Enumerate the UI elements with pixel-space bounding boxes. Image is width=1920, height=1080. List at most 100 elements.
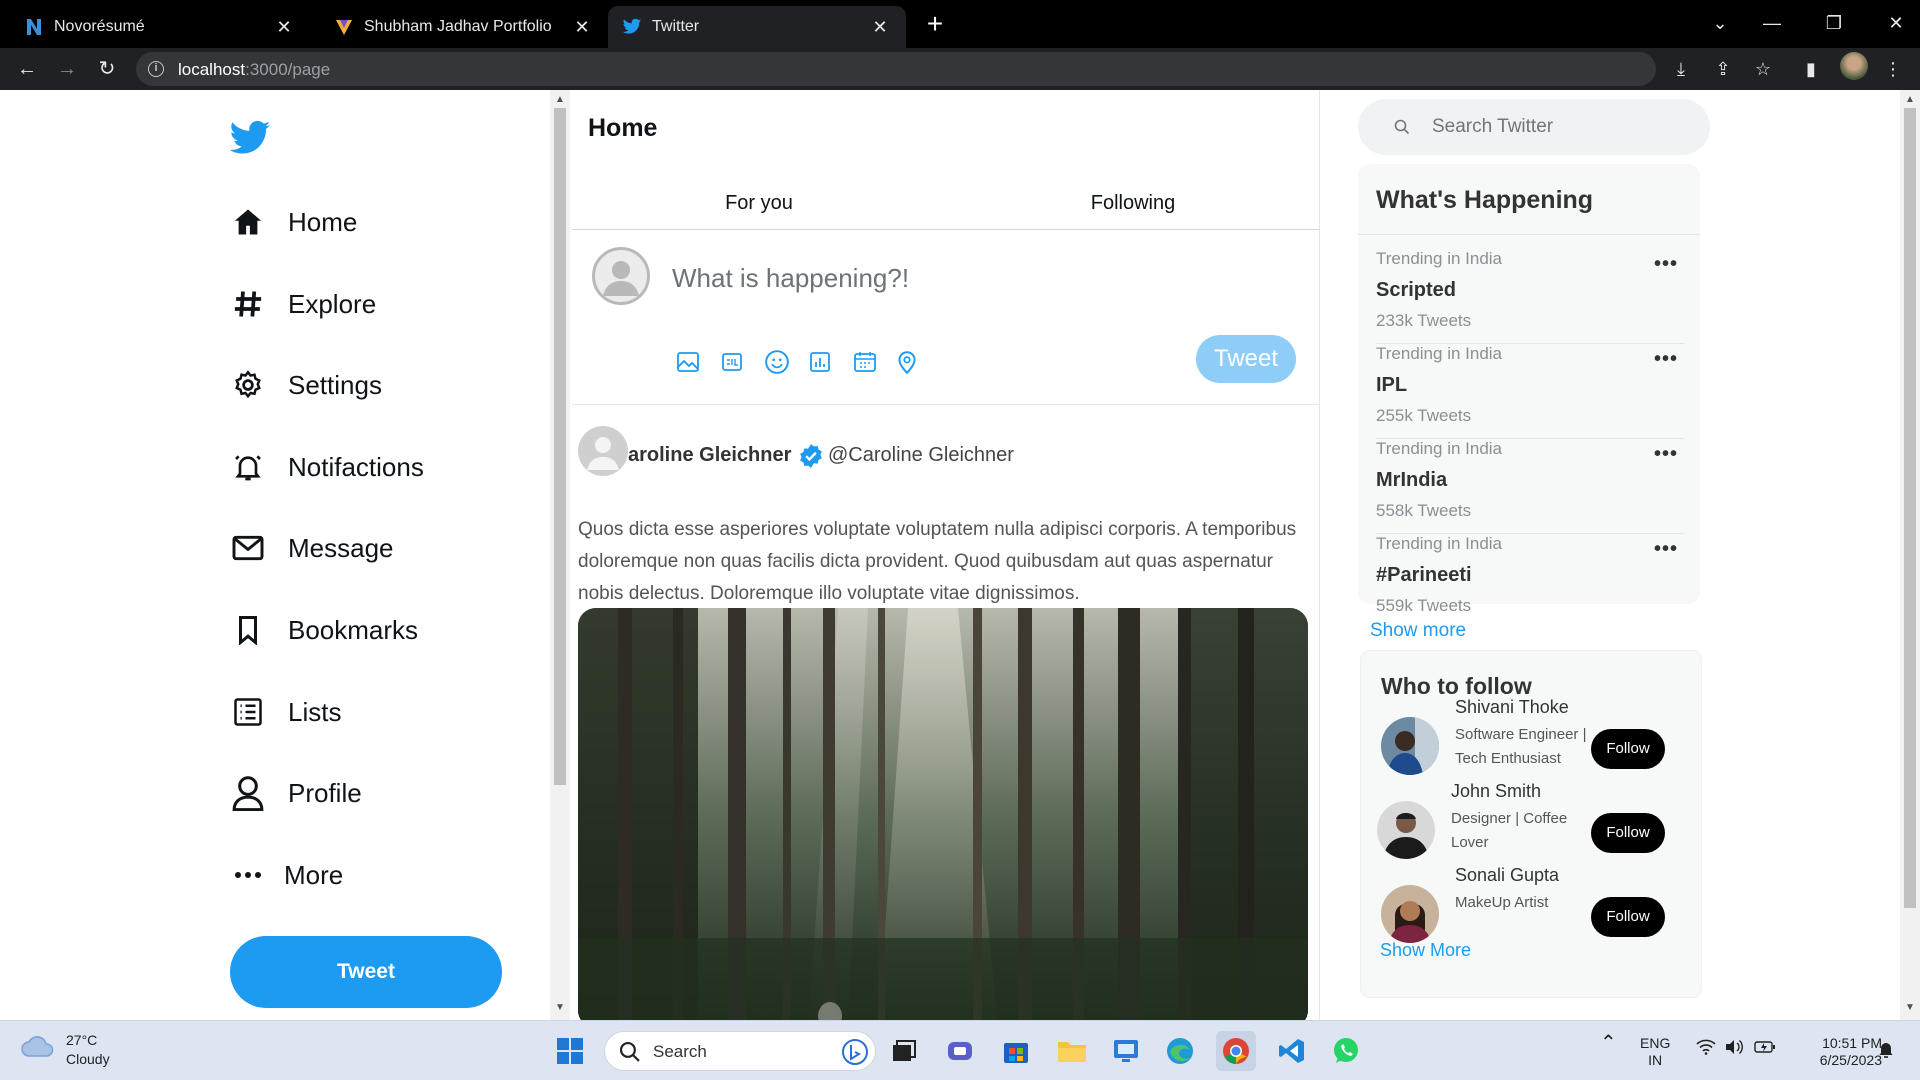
avatar[interactable] xyxy=(1381,885,1439,943)
sidebar-item-lists[interactable]: Lists xyxy=(230,687,341,737)
avatar[interactable] xyxy=(1377,801,1435,859)
search-input[interactable]: Search Twitter xyxy=(1358,99,1710,155)
follow-button[interactable]: Follow xyxy=(1591,897,1665,937)
sidebar-item-settings[interactable]: Settings xyxy=(230,360,382,410)
composer-input[interactable]: What is happening?! xyxy=(672,263,909,294)
language-indicator[interactable]: ENG IN xyxy=(1640,1035,1670,1069)
browser-tab-twitter[interactable]: Twitter ✕ xyxy=(608,6,906,48)
sidebar-item-bookmarks[interactable]: Bookmarks xyxy=(230,605,418,655)
browser-tab-novoresume[interactable]: Novorésumé ✕ xyxy=(0,6,310,48)
trend-name: Scripted xyxy=(1376,279,1457,301)
schedule-icon[interactable] xyxy=(852,349,896,375)
trend-item[interactable]: Trending in India ••• #Parineeti 559k Tw… xyxy=(1376,534,1684,629)
tray-overflow-icon[interactable]: ⌃ xyxy=(1600,1033,1617,1053)
sidebar-item-notifications[interactable]: Notifactions xyxy=(230,442,424,492)
browser-tab-portfolio[interactable]: Shubham Jadhav Portfolio ✕ xyxy=(310,6,608,48)
browser-menu-icon[interactable]: ⋮ xyxy=(1878,54,1908,84)
minimize-icon[interactable]: — xyxy=(1752,8,1792,38)
post-author-handle[interactable]: @Caroline Gleichner xyxy=(828,444,1014,467)
more-options-icon[interactable]: ••• xyxy=(1654,538,1678,561)
weather-widget[interactable]: 27°C Cloudy xyxy=(20,1031,110,1069)
chrome-icon[interactable] xyxy=(1216,1031,1256,1071)
more-options-icon[interactable]: ••• xyxy=(1654,253,1678,276)
battery-icon[interactable] xyxy=(1754,1039,1776,1059)
scrollbar-thumb[interactable] xyxy=(1904,108,1916,908)
close-tab-icon[interactable]: ✕ xyxy=(870,17,890,37)
site-info-icon[interactable]: i xyxy=(148,61,164,77)
scroll-down-icon[interactable]: ▼ xyxy=(1904,1002,1916,1014)
tab-for-you[interactable]: For you xyxy=(572,192,946,215)
language-code: ENG xyxy=(1640,1035,1671,1051)
poll-icon[interactable] xyxy=(808,349,852,375)
follow-name[interactable]: John Smith xyxy=(1451,781,1541,802)
emoji-icon[interactable] xyxy=(764,349,808,375)
sidebar-scrollbar[interactable]: ▲ ▼ xyxy=(550,90,570,1020)
browser-profile-avatar[interactable] xyxy=(1840,52,1868,80)
scroll-up-icon[interactable]: ▲ xyxy=(554,94,566,106)
bing-icon[interactable] xyxy=(841,1038,869,1071)
volume-icon[interactable] xyxy=(1724,1039,1744,1059)
twitter-logo-icon[interactable] xyxy=(228,120,272,160)
side-panel-icon[interactable]: ▮ xyxy=(1796,54,1826,84)
file-explorer-icon[interactable] xyxy=(1052,1031,1092,1071)
share-icon[interactable]: ⇪ xyxy=(1708,54,1738,84)
wifi-icon[interactable] xyxy=(1696,1039,1716,1059)
address-bar[interactable]: i localhost:3000/page xyxy=(136,52,1656,86)
gif-icon[interactable] xyxy=(720,349,764,375)
edge-icon[interactable] xyxy=(1160,1031,1200,1071)
scrollbar-thumb[interactable] xyxy=(554,108,566,785)
bookmark-star-icon[interactable]: ☆ xyxy=(1748,54,1778,84)
composer-tweet-button[interactable]: Tweet xyxy=(1196,335,1296,383)
scroll-down-icon[interactable]: ▼ xyxy=(554,1002,566,1014)
avatar[interactable] xyxy=(1381,717,1439,775)
follow-name[interactable]: Sonali Gupta xyxy=(1455,865,1559,886)
install-app-icon[interactable]: ⤓ xyxy=(1666,54,1696,84)
teams-chat-icon[interactable] xyxy=(940,1031,980,1071)
more-options-icon[interactable]: ••• xyxy=(1654,443,1678,466)
windows-start-icon[interactable] xyxy=(550,1031,590,1071)
task-view-icon[interactable] xyxy=(884,1031,924,1071)
forward-icon[interactable]: → xyxy=(52,54,82,84)
sidebar-item-explore[interactable]: Explore xyxy=(230,279,376,329)
follow-button[interactable]: Follow xyxy=(1591,813,1665,853)
microsoft-store-icon[interactable] xyxy=(996,1031,1036,1071)
tab-following[interactable]: Following xyxy=(946,192,1320,215)
more-options-icon[interactable]: ••• xyxy=(1654,348,1678,371)
sidebar-item-home[interactable]: Home xyxy=(230,197,357,247)
reload-icon[interactable]: ↻ xyxy=(92,54,122,84)
notification-bell-icon[interactable] xyxy=(1876,1039,1896,1063)
back-icon[interactable]: ← xyxy=(12,54,42,84)
post-avatar[interactable] xyxy=(578,426,628,476)
close-tab-icon[interactable]: ✕ xyxy=(274,17,294,37)
post-author-name[interactable]: aroline Gleichner xyxy=(628,444,791,467)
new-tab-button[interactable]: + xyxy=(920,10,950,40)
home-icon xyxy=(230,204,266,240)
post-image[interactable] xyxy=(578,608,1308,1020)
follow-button[interactable]: Follow xyxy=(1591,729,1665,769)
restore-icon[interactable]: ❐ xyxy=(1814,8,1854,38)
sidebar-item-profile[interactable]: Profile xyxy=(230,768,362,818)
image-icon[interactable] xyxy=(676,349,720,375)
page-scrollbar[interactable]: ▲ ▼ xyxy=(1900,90,1920,1020)
trend-item[interactable]: Trending in India ••• MrIndia 558k Tweet… xyxy=(1376,439,1684,534)
trend-item[interactable]: Trending in India ••• IPL 255k Tweets xyxy=(1376,344,1684,439)
sidebar-item-more[interactable]: More xyxy=(230,850,343,900)
location-icon[interactable] xyxy=(896,349,940,375)
trend-item[interactable]: Trending in India ••• Scripted 233k Twee… xyxy=(1376,249,1684,344)
remote-desktop-icon[interactable] xyxy=(1106,1031,1146,1071)
sidebar-item-message[interactable]: Message xyxy=(230,523,394,573)
show-more-trends-link[interactable]: Show more xyxy=(1370,620,1466,642)
close-tab-icon[interactable]: ✕ xyxy=(572,17,592,37)
follow-name[interactable]: Shivani Thoke xyxy=(1455,697,1569,718)
taskbar-search-input[interactable]: Search xyxy=(604,1031,876,1071)
sidebar-tweet-button[interactable]: Tweet xyxy=(230,936,502,1008)
vscode-icon[interactable] xyxy=(1272,1031,1312,1071)
tab-search-icon[interactable]: ⌄ xyxy=(1700,8,1740,38)
show-more-follow-link[interactable]: Show More xyxy=(1380,940,1471,961)
tab-title: Twitter xyxy=(652,18,700,35)
clock[interactable]: 10:51 PM 6/25/2023 xyxy=(1796,1035,1882,1069)
whatsapp-icon[interactable] xyxy=(1326,1031,1366,1071)
scroll-up-icon[interactable]: ▲ xyxy=(1904,94,1916,106)
sidebar-item-label: Lists xyxy=(288,696,342,727)
close-window-icon[interactable]: ✕ xyxy=(1876,8,1916,38)
